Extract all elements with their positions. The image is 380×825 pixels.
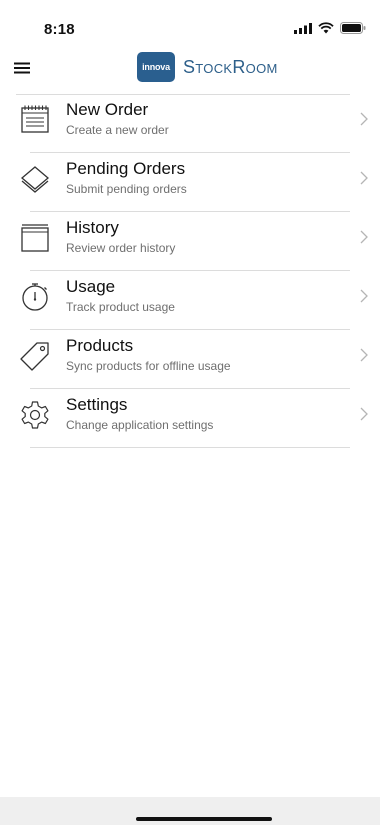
signal-icon	[294, 22, 312, 34]
brand-logo: innova	[137, 52, 175, 82]
chevron-right-icon	[360, 289, 368, 303]
menu-item-title: Pending Orders	[66, 159, 186, 178]
menu-item-subtitle: Sync products for offline usage	[66, 359, 231, 373]
menu-item-title: Products	[66, 336, 134, 355]
brand: innova StockRoom	[137, 52, 278, 82]
chevron-right-icon	[360, 171, 368, 185]
wifi-icon	[318, 22, 334, 34]
brand-logo-text: innova	[142, 62, 170, 72]
layers-icon	[20, 166, 50, 193]
menu-item-subtitle: Submit pending orders	[66, 182, 187, 196]
menu-item-new-order[interactable]: New Order Create a new order	[0, 94, 380, 153]
menu-item-subtitle: Change application settings	[66, 418, 214, 432]
main-menu-list: New Order Create a new order Pending Ord…	[0, 94, 380, 448]
hamburger-icon	[14, 62, 30, 74]
menu-item-subtitle: Track product usage	[66, 300, 175, 314]
app-header: innova StockRoom	[0, 44, 380, 92]
menu-item-history[interactable]: History Review order history	[0, 212, 380, 271]
stopwatch-icon	[22, 283, 48, 311]
battery-icon	[340, 22, 366, 34]
divider	[16, 94, 350, 95]
bottom-bar	[0, 797, 380, 825]
home-indicator[interactable]	[136, 817, 272, 821]
tag-icon	[20, 342, 49, 371]
app-title: StockRoom	[183, 56, 278, 77]
menu-item-products[interactable]: Products Sync products for offline usage	[0, 330, 380, 389]
menu-item-title: Settings	[66, 395, 128, 414]
menu-item-title: Usage	[66, 277, 116, 296]
gear-icon	[21, 401, 49, 429]
menu-item-subtitle: Review order history	[66, 241, 176, 255]
chevron-right-icon	[360, 230, 368, 244]
chevron-right-icon	[360, 348, 368, 362]
menu-item-title: New Order	[66, 100, 149, 119]
menu-item-usage[interactable]: Usage Track product usage	[0, 271, 380, 330]
status-icons	[294, 22, 366, 34]
menu-item-subtitle: Create a new order	[66, 123, 169, 137]
menu-item-settings[interactable]: Settings Change application settings	[0, 389, 380, 448]
order-pad-icon	[21, 105, 49, 133]
chevron-right-icon	[360, 407, 368, 421]
menu-item-pending-orders[interactable]: Pending Orders Submit pending orders	[0, 153, 380, 212]
status-bar: 8:18	[0, 0, 380, 44]
archive-box-icon	[21, 224, 49, 252]
menu-item-title: History	[66, 218, 119, 237]
status-time: 8:18	[44, 21, 75, 38]
hamburger-menu-button[interactable]	[8, 54, 36, 82]
divider	[30, 447, 350, 448]
chevron-right-icon	[360, 112, 368, 126]
